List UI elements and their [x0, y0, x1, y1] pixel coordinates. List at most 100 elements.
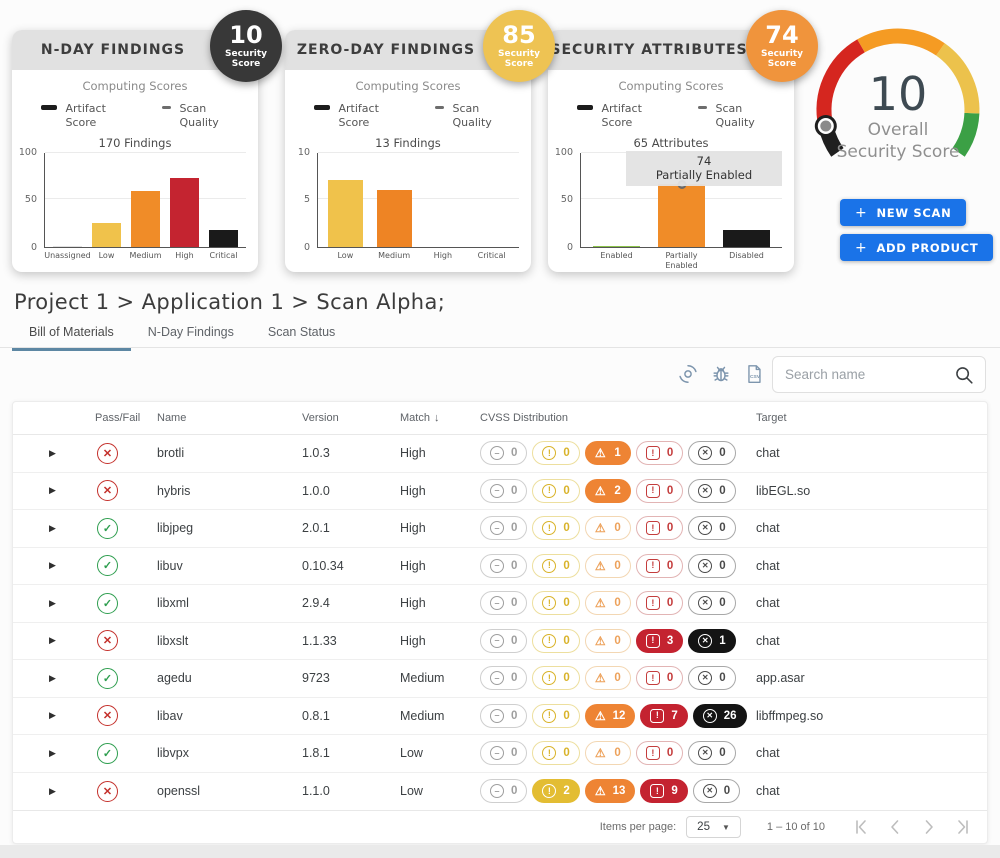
cvss-badge-none: –0: [480, 779, 527, 803]
component-name: libuv: [157, 559, 302, 573]
warning-triangle-icon: ⚠: [595, 447, 606, 459]
items-per-page-select[interactable]: 25 ▼: [686, 816, 741, 838]
target-file: libEGL.so: [756, 484, 971, 498]
table-row[interactable]: ▶✓libjpeg2.0.1High–0!0⚠0!0✕0chat: [13, 510, 987, 548]
cvss-distribution: –0!0⚠0!3✕1: [480, 629, 756, 653]
x-circle-icon: ✕: [703, 784, 717, 798]
card-subtitle: Computing Scores: [285, 79, 531, 93]
cvss-badge-none: –0: [480, 666, 527, 690]
cvss-distribution: –0!2⚠13!9✕0: [480, 779, 756, 803]
score-value: 74: [765, 23, 798, 47]
cvss-badge-medium: ⚠1: [585, 441, 631, 465]
table-header-row: Pass/Fail Name Version Match↓ CVSS Distr…: [13, 402, 987, 435]
legend-artifact-score: Artifact Score: [41, 102, 116, 130]
table-row[interactable]: ▶✕libav0.8.1Medium–0!0⚠12!7✕26libffmpeg.…: [13, 698, 987, 736]
expand-row-icon[interactable]: ▶: [49, 485, 95, 496]
new-scan-button[interactable]: + NEW SCAN: [840, 199, 966, 226]
expand-row-icon[interactable]: ▶: [49, 673, 95, 684]
match-level: High: [400, 484, 480, 498]
cvss-badge-high: !0: [636, 591, 683, 615]
cvss-badge-high: !7: [640, 704, 687, 728]
cvss-distribution: –0!0⚠2!0✕0: [480, 479, 756, 503]
previous-page-icon[interactable]: [885, 817, 905, 837]
vulnerability-bug-icon[interactable]: [709, 362, 733, 386]
table-row[interactable]: ▶✕hybris1.0.0High–0!0⚠2!0✕0libEGL.so: [13, 473, 987, 511]
table-row[interactable]: ▶✓libuv0.10.34High–0!0⚠0!0✕0chat: [13, 548, 987, 586]
target-file: chat: [756, 559, 971, 573]
cvss-badge-none: –0: [480, 516, 527, 540]
cvss-distribution: –0!0⚠1!0✕0: [480, 441, 756, 465]
component-version: 0.10.34: [302, 559, 400, 573]
export-csv-icon[interactable]: CSV: [742, 362, 766, 386]
nday-findings-chart: 170 Findings 050100UnassignedLowMediumHi…: [12, 136, 258, 248]
expand-row-icon[interactable]: ▶: [49, 748, 95, 759]
target-file: chat: [756, 634, 971, 648]
expand-row-icon[interactable]: ▶: [49, 598, 95, 609]
score-label: Security Score: [493, 49, 545, 70]
table-row[interactable]: ▶✕libxslt1.1.33High–0!0⚠0!3✕1chat: [13, 623, 987, 661]
search-icon[interactable]: [953, 364, 975, 386]
bar-low: Low: [87, 153, 126, 247]
cvss-badge-medium: ⚠0: [585, 629, 631, 653]
cvss-badge-critical: ✕0: [688, 666, 735, 690]
scan-quality-dash-icon: [435, 106, 444, 109]
scan-overview-icon[interactable]: [676, 362, 700, 386]
score-value: 85: [502, 23, 535, 47]
search-input[interactable]: [785, 367, 953, 382]
breadcrumb: Project 1 > Application 1 > Scan Alpha;: [14, 290, 445, 314]
table-row[interactable]: ▶✓agedu9723Medium–0!0⚠0!0✕0app.asar: [13, 660, 987, 698]
chevron-down-icon: ▼: [722, 823, 730, 832]
exclamation-circle-icon: !: [542, 671, 556, 685]
cvss-badge-medium: ⚠13: [585, 779, 636, 803]
exclamation-square-icon: !: [646, 671, 660, 685]
exclamation-circle-icon: !: [542, 634, 556, 648]
next-page-icon[interactable]: [919, 817, 939, 837]
cvss-badge-critical: ✕0: [688, 479, 735, 503]
pass-check-icon: ✓: [97, 668, 118, 689]
table-row[interactable]: ▶✕openssl1.1.0Low–0!2⚠13!9✕0chat: [13, 773, 987, 811]
x-circle-icon: ✕: [698, 746, 712, 760]
cvss-badge-low: !0: [532, 516, 579, 540]
add-product-button[interactable]: + ADD PRODUCT: [840, 234, 993, 261]
bar-critical: Critical: [204, 153, 243, 247]
table-row[interactable]: ▶✓libvpx1.8.1Low–0!0⚠0!0✕0chat: [13, 735, 987, 773]
first-page-icon[interactable]: [851, 817, 871, 837]
minus-circle-icon: –: [490, 521, 504, 535]
cvss-badge-low: !0: [532, 704, 579, 728]
col-match[interactable]: Match↓: [400, 412, 480, 424]
cvss-badge-high: !3: [636, 629, 683, 653]
last-page-icon[interactable]: [953, 817, 973, 837]
cvss-badge-medium: ⚠2: [585, 479, 631, 503]
cvss-badge-low: !0: [532, 591, 579, 615]
legend: Artifact Score Scan Quality: [548, 102, 794, 130]
expand-row-icon[interactable]: ▶: [49, 786, 95, 797]
warning-triangle-icon: ⚠: [595, 597, 606, 609]
expand-row-icon[interactable]: ▶: [49, 523, 95, 534]
exclamation-circle-icon: !: [542, 709, 556, 723]
component-name: libav: [157, 709, 302, 723]
fail-x-icon: ✕: [97, 480, 118, 501]
component-version: 0.8.1: [302, 709, 400, 723]
score-label: Security Score: [220, 49, 272, 70]
legend: Artifact Score Scan Quality: [285, 102, 531, 130]
expand-row-icon[interactable]: ▶: [49, 635, 95, 646]
cvss-distribution: –0!0⚠0!0✕0: [480, 591, 756, 615]
x-circle-icon: ✕: [698, 596, 712, 610]
component-version: 1.1.0: [302, 784, 400, 798]
card-subtitle: Computing Scores: [12, 79, 258, 93]
component-version: 1.0.0: [302, 484, 400, 498]
table-row[interactable]: ▶✕brotli1.0.3High–0!0⚠1!0✕0chat: [13, 435, 987, 473]
pass-check-icon: ✓: [97, 743, 118, 764]
minus-circle-icon: –: [490, 671, 504, 685]
component-name: libvpx: [157, 746, 302, 760]
target-file: chat: [756, 446, 971, 460]
expand-row-icon[interactable]: ▶: [49, 448, 95, 459]
exclamation-circle-icon: !: [542, 446, 556, 460]
expand-row-icon[interactable]: ▶: [49, 560, 95, 571]
expand-row-icon[interactable]: ▶: [49, 710, 95, 721]
tabs-divider: [0, 347, 1000, 348]
pagination-controls: [851, 817, 973, 837]
artifact-score-dash-icon: [314, 105, 330, 110]
exclamation-square-icon: !: [646, 746, 660, 760]
table-row[interactable]: ▶✓libxml2.9.4High–0!0⚠0!0✕0chat: [13, 585, 987, 623]
